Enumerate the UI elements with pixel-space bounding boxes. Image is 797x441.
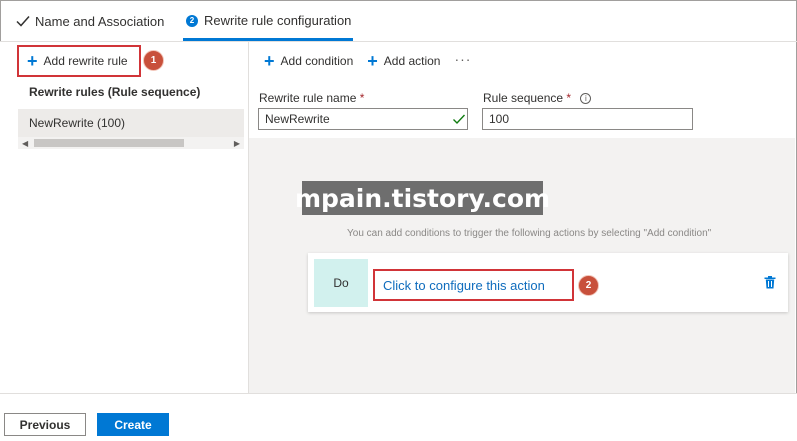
conditions-hint-text: You can add conditions to trigger the fo…	[347, 228, 712, 239]
rule-name-input[interactable]	[258, 108, 468, 130]
step-badge-1: 1	[143, 50, 164, 71]
add-condition-label: Add condition	[280, 54, 354, 68]
add-action-label: Add action	[383, 54, 441, 68]
step-number-icon: 2	[186, 14, 198, 27]
plus-icon: +	[264, 51, 275, 71]
create-button[interactable]: Create	[97, 413, 169, 436]
plus-icon: +	[27, 51, 38, 71]
tab-name-and-association[interactable]: Name and Association	[15, 13, 164, 29]
required-marker: *	[566, 91, 572, 105]
horizontal-scrollbar[interactable]: ◀ ▶	[18, 137, 244, 149]
rule-form-area: + Add condition + Add action ··· Rewrite…	[249, 42, 795, 138]
watermark-text: mpain.tistory.com	[295, 181, 550, 215]
rule-editor-pane: + Add condition + Add action ··· Rewrite…	[249, 42, 795, 393]
wizard-footer: Previous Create	[0, 393, 797, 441]
add-condition-button[interactable]: + Add condition	[264, 52, 353, 70]
rule-sequence-label: Rule sequence * i	[483, 91, 592, 105]
valid-checkmark-icon	[453, 114, 466, 125]
rules-list-pane: + Add rewrite rule 1 Rewrite rules (Rule…	[0, 42, 249, 393]
required-marker: *	[359, 91, 365, 105]
editor-toolbar: + Add condition + Add action ···	[264, 50, 471, 72]
checkmark-icon	[16, 16, 30, 27]
add-rewrite-rule-label: Add rewrite rule	[43, 54, 128, 68]
rule-item-label: NewRewrite (100)	[29, 116, 126, 130]
scroll-right-icon[interactable]: ▶	[234, 139, 240, 148]
previous-button[interactable]: Previous	[4, 413, 86, 436]
plus-icon: +	[367, 51, 378, 71]
do-label-box: Do	[314, 259, 368, 307]
info-icon[interactable]: i	[580, 93, 592, 105]
more-options-icon[interactable]: ···	[454, 51, 471, 67]
step-badge-2: 2	[578, 275, 599, 296]
active-tab-indicator	[183, 38, 353, 41]
scroll-left-icon[interactable]: ◀	[22, 139, 28, 148]
wizard-tabs: Name and Association 2 Rewrite rule conf…	[0, 0, 797, 42]
rule-list-item[interactable]: NewRewrite (100)	[18, 109, 244, 137]
rule-sequence-label-text: Rule sequence	[483, 91, 564, 105]
tab-rewrite-rule-configuration[interactable]: 2 Rewrite rule configuration	[186, 13, 351, 28]
rules-list-header: Rewrite rules (Rule sequence)	[29, 85, 201, 99]
add-action-button[interactable]: + Add action	[367, 52, 440, 70]
rule-name-label: Rewrite rule name *	[259, 91, 364, 105]
scrollbar-thumb[interactable]	[34, 139, 184, 147]
action-card: Do Click to configure this action 2	[308, 253, 788, 312]
tab-label: Rewrite rule configuration	[204, 13, 352, 28]
trash-icon[interactable]	[764, 276, 776, 289]
configure-action-link[interactable]: Click to configure this action	[373, 269, 574, 301]
tab-label: Name and Association	[35, 13, 165, 29]
rule-sequence-input[interactable]	[482, 108, 693, 130]
add-rewrite-rule-button[interactable]: + Add rewrite rule	[17, 45, 141, 77]
rule-name-label-text: Rewrite rule name	[259, 91, 357, 105]
